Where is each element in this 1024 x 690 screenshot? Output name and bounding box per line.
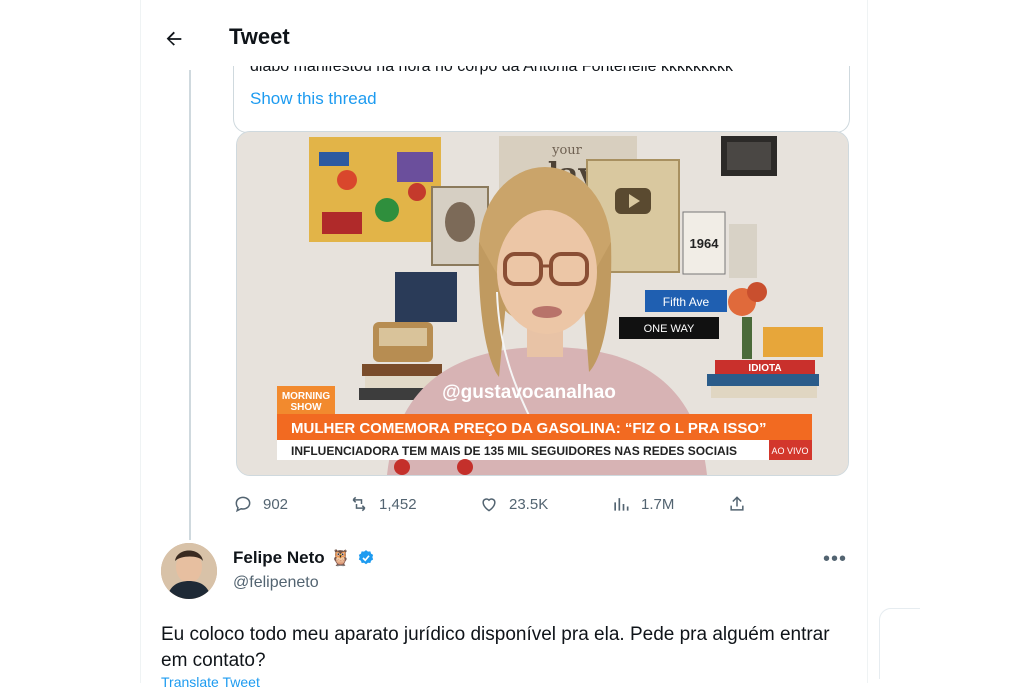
avatar-photo [161,543,217,599]
side-floating-panel[interactable] [879,608,920,679]
thread-connector-line [189,70,191,540]
svg-text:MULHER COMEMORA PREÇO DA GASOL: MULHER COMEMORA PREÇO DA GASOLINA: “FIZ … [291,420,767,437]
avatar[interactable] [161,543,217,599]
svg-text:INFLUENCIADORA TEM MAIS DE 135: INFLUENCIADORA TEM MAIS DE 135 MIL SEGUI… [291,444,737,458]
views-button[interactable]: 1.7M [611,490,674,518]
tweet-video[interactable]: your day 1964 Fifth Ave [236,131,849,476]
svg-text:IDIOTA: IDIOTA [748,363,781,374]
views-chart-icon [614,498,629,511]
like-count: 23.5K [509,495,549,513]
reply-tweet-text: Eu coloco todo meu aparato jurídico disp… [161,624,830,671]
translate-tweet-link[interactable]: Translate Tweet [161,674,260,690]
share-icon [730,496,744,511]
page-header: Tweet [141,10,867,66]
page-title: Tweet [229,24,290,49]
views-count: 1.7M [641,495,675,513]
show-thread-link[interactable]: Show this thread [250,89,377,109]
author-name-text: Felipe Neto [233,548,325,567]
like-button[interactable]: 23.5K [479,490,548,518]
share-button[interactable] [727,490,747,518]
reply-icon [235,496,251,513]
arrow-left-icon [166,31,182,46]
svg-text:AO VIVO: AO VIVO [771,446,808,456]
watermark-handle: @gustavocanalhao [442,382,616,403]
retweet-count: 1,452 [379,495,417,513]
quoted-tweet-card[interactable]: diabo manifestou na hora no corpo da Ant… [233,56,850,133]
svg-text:ONE WAY: ONE WAY [644,323,695,335]
wall-painting [309,137,441,242]
svg-text:MORNING: MORNING [282,391,331,402]
svg-text:1964: 1964 [690,236,720,251]
more-dots-icon: ••• [823,548,848,570]
svg-text:your: your [551,143,583,158]
reply-button[interactable]: 902 [233,490,288,518]
tweet-actions: 902 1,452 23.5K 1.7M [233,490,753,520]
svg-text:Fifth Ave: Fifth Ave [663,295,710,309]
verified-badge-icon [358,550,373,565]
heart-icon [482,498,496,512]
reply-author-name[interactable]: Felipe Neto 🦉 [233,548,375,568]
tweet-column: Tweet diabo manifestou na hora no corpo … [140,0,868,690]
retweet-icon [352,496,366,512]
reply-count: 902 [263,495,289,513]
reply-author-handle[interactable]: @felipeneto [233,574,319,592]
radio [373,322,433,362]
book-1964: 1964 [682,211,726,275]
back-button[interactable] [159,24,189,54]
owl-emoji: 🦉 [330,550,351,567]
svg-text:SHOW: SHOW [290,402,322,413]
more-options-button[interactable]: ••• [823,548,847,571]
retweet-button[interactable]: 1,452 [349,490,417,518]
